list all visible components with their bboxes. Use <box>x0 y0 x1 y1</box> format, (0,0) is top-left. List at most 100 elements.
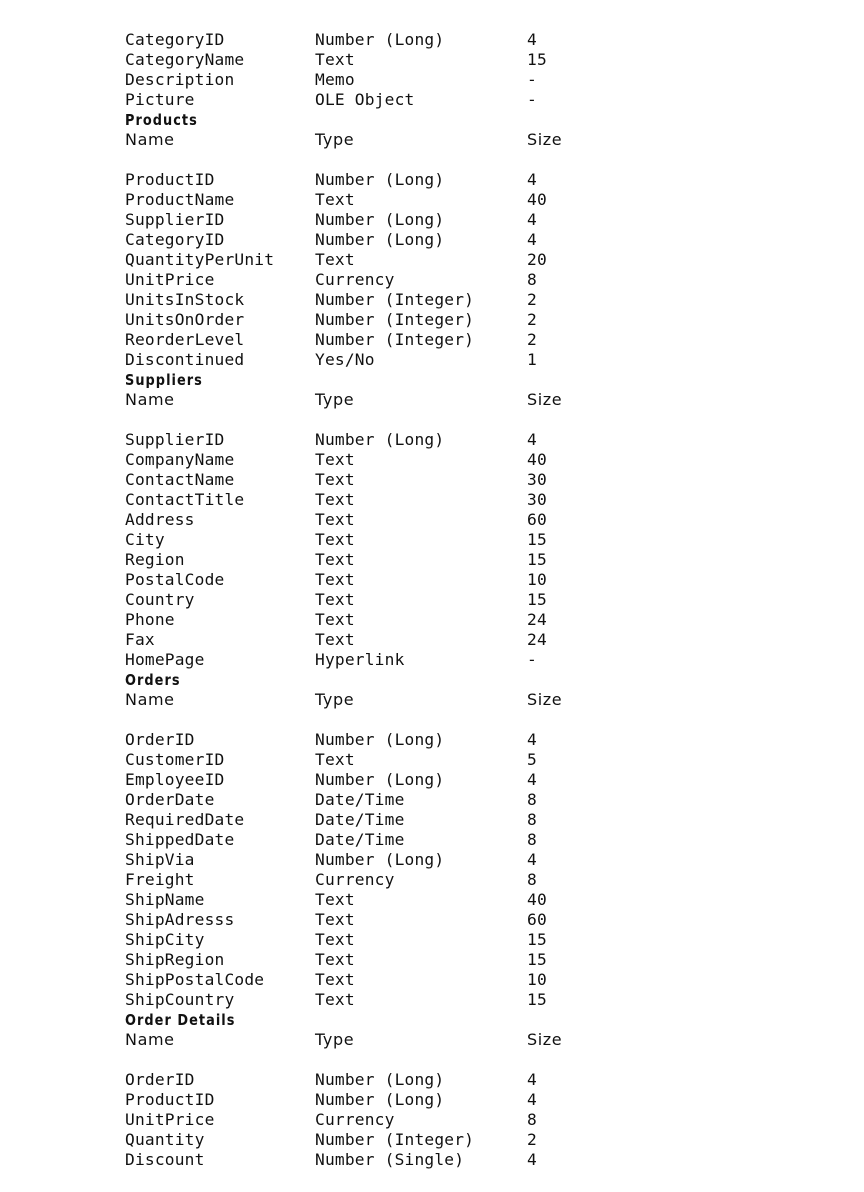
field-name: ShippedDate <box>125 830 235 849</box>
field-size: 2 <box>527 310 537 329</box>
field-name: ProductID <box>125 170 215 189</box>
field-type: Text <box>315 490 355 509</box>
field-row: RequiredDate Date/Time 8 <box>125 810 537 830</box>
column-header-row: Name Type Size <box>125 1030 562 1050</box>
field-row: EmployeeID Number (Long) 4 <box>125 770 537 790</box>
field-name: RequiredDate <box>125 810 245 829</box>
field-size: 4 <box>527 1150 537 1169</box>
field-row: ShipVia Number (Long) 4 <box>125 850 537 870</box>
field-size: 4 <box>527 430 537 449</box>
field-name: ContactTitle <box>125 490 245 509</box>
field-size: 8 <box>527 870 537 889</box>
field-type: Date/Time <box>315 790 405 809</box>
field-row: Discount Number (Single) 4 <box>125 1150 537 1170</box>
field-size: 4 <box>527 730 537 749</box>
field-type: Currency <box>315 1110 395 1129</box>
table-title: Suppliers <box>125 371 203 389</box>
field-name: CompanyName <box>125 450 235 469</box>
field-name: QuantityPerUnit <box>125 250 275 269</box>
field-type: Text <box>315 570 355 589</box>
field-size: 10 <box>527 970 547 989</box>
field-size: 24 <box>527 610 547 629</box>
field-row: City Text 15 <box>125 530 547 550</box>
field-row: CategoryName Text 15 <box>125 50 547 70</box>
header-size: Size <box>527 390 563 409</box>
field-size: 10 <box>527 570 547 589</box>
field-type: Text <box>315 970 355 989</box>
field-type: Number (Long) <box>315 770 445 789</box>
field-type: Text <box>315 990 355 1009</box>
field-type: Number (Long) <box>315 170 445 189</box>
field-type: Date/Time <box>315 830 405 849</box>
field-name: SupplierID <box>125 210 225 229</box>
field-size: 4 <box>527 170 537 189</box>
header-type: Type <box>315 690 355 709</box>
field-type: Number (Long) <box>315 30 445 49</box>
field-type: Yes/No <box>315 350 375 369</box>
field-name: CategoryName <box>125 50 245 69</box>
field-row: Discontinued Yes/No 1 <box>125 350 537 370</box>
field-row: ProductName Text 40 <box>125 190 547 210</box>
header-name: Name <box>125 130 175 149</box>
field-name: Country <box>125 590 195 609</box>
field-size: 40 <box>527 190 547 209</box>
header-name: Name <box>125 690 175 709</box>
field-name: OrderID <box>125 730 195 749</box>
field-size: 8 <box>527 810 537 829</box>
header-name: Name <box>125 1030 175 1049</box>
field-size: 8 <box>527 790 537 809</box>
table-section: Order Details Name Type Size OrderID Number (… <box>125 1010 562 1170</box>
field-row: SupplierID Number (Long) 4 <box>125 210 537 230</box>
field-name: ShipRegion <box>125 950 225 969</box>
field-type: Number (Integer) <box>315 330 475 349</box>
table-title: Order Details <box>125 1011 236 1029</box>
header-type: Type <box>315 390 355 409</box>
field-type: Text <box>315 510 355 529</box>
field-size: 8 <box>527 830 537 849</box>
field-size: 60 <box>527 910 547 929</box>
field-name: UnitPrice <box>125 270 215 289</box>
field-type: Number (Long) <box>315 430 445 449</box>
field-size: 4 <box>527 230 537 249</box>
field-type: Date/Time <box>315 810 405 829</box>
field-type: Text <box>315 470 355 489</box>
field-row: SupplierID Number (Long) 4 <box>125 430 537 450</box>
field-type: Text <box>315 950 355 969</box>
field-row: OrderID Number (Long) 4 <box>125 1070 537 1090</box>
field-type: Text <box>315 250 355 269</box>
field-size: 1 <box>527 350 537 369</box>
field-row: HomePage Hyperlink - <box>125 650 537 670</box>
column-header-row: Name Type Size <box>125 690 562 710</box>
field-type: Text <box>315 630 355 649</box>
field-name: EmployeeID <box>125 770 225 789</box>
field-name: ShipPostalCode <box>125 970 265 989</box>
field-type: Number (Integer) <box>315 310 475 329</box>
header-name: Name <box>125 390 175 409</box>
table-section: Products Name Type Size ProductID Number (Lon… <box>125 110 562 370</box>
header-size: Size <box>527 1030 563 1049</box>
header-size: Size <box>527 130 563 149</box>
field-name: CustomerID <box>125 750 225 769</box>
field-type: Text <box>315 450 355 469</box>
field-row: ContactTitle Text 30 <box>125 490 547 510</box>
field-size: 2 <box>527 330 537 349</box>
field-type: OLE Object <box>315 90 415 109</box>
field-row: Quantity Number (Integer) 2 <box>125 1130 537 1150</box>
field-row: ShipRegion Text 15 <box>125 950 547 970</box>
field-type: Text <box>315 890 355 909</box>
field-name: Description <box>125 70 235 89</box>
field-type: Number (Long) <box>315 1090 445 1109</box>
field-name: Discount <box>125 1150 205 1169</box>
table-section: CategoryID Number (Long) 4 CategoryName Text… <box>125 30 547 110</box>
column-header-row: Name Type Size <box>125 390 562 410</box>
field-size: 8 <box>527 1110 537 1129</box>
field-size: 2 <box>527 1130 537 1149</box>
field-size: 5 <box>527 750 537 769</box>
field-name: UnitPrice <box>125 1110 215 1129</box>
field-row: PostalCode Text 10 <box>125 570 547 590</box>
field-type: Number (Long) <box>315 1070 445 1089</box>
field-type: Text <box>315 50 355 69</box>
field-row: OrderDate Date/Time 8 <box>125 790 537 810</box>
field-name: ProductName <box>125 190 235 209</box>
